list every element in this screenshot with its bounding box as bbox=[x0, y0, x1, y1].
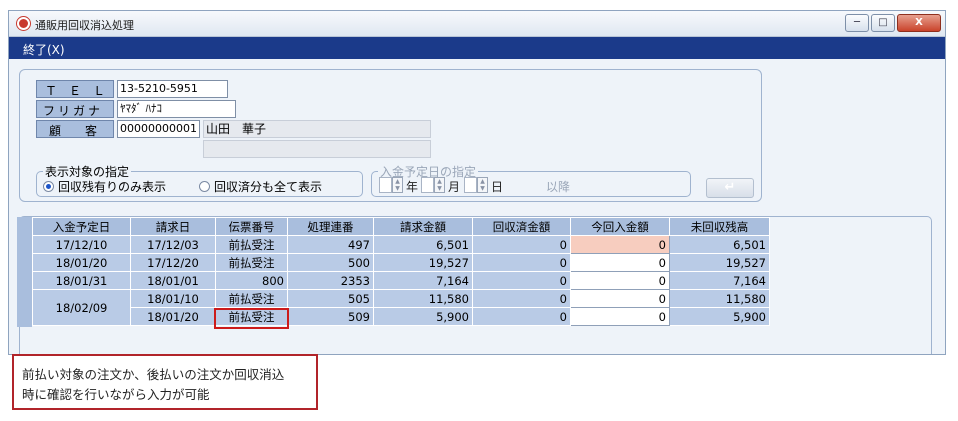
cell-invoice-amount: 5,900 bbox=[373, 307, 473, 326]
cell-invoice-date: 17/12/20 bbox=[130, 253, 216, 272]
cell-sequence: 497 bbox=[287, 235, 374, 254]
app-icon bbox=[17, 17, 30, 30]
cell-collected-amount: 0 bbox=[472, 235, 571, 254]
cell-invoice-date: 18/01/10 bbox=[130, 289, 216, 308]
cell-collected-amount: 0 bbox=[472, 307, 571, 326]
cell-slip-number: 前払受注 bbox=[215, 289, 288, 308]
cell-invoice-amount: 11,580 bbox=[373, 289, 473, 308]
menu-bar: 終了(X) bbox=[9, 37, 945, 59]
row-selector-bar[interactable] bbox=[17, 217, 32, 327]
cell-payment-input[interactable]: 0 bbox=[570, 271, 670, 290]
cell-balance: 19,527 bbox=[669, 253, 770, 272]
cell-slip-number: 前払受注 bbox=[215, 235, 288, 254]
cell-scheduled-date: 18/01/31 bbox=[32, 271, 131, 290]
cell-slip-number: 800 bbox=[215, 271, 288, 290]
header-sequence[interactable]: 処理連番 bbox=[287, 217, 374, 236]
cell-invoice-amount: 19,527 bbox=[373, 253, 473, 272]
cell-invoice-amount: 7,164 bbox=[373, 271, 473, 290]
grid-header-row: 入金予定日 請求日 伝票番号 処理連番 請求金額 回収済金額 今回入金額 未回収… bbox=[32, 217, 770, 236]
day-spinner[interactable]: ▲ ▼ bbox=[477, 177, 488, 193]
customer-label: 顧 客 bbox=[36, 120, 114, 138]
tel-input[interactable]: 13-5210-5951 bbox=[117, 80, 228, 98]
customer-extra bbox=[203, 140, 431, 158]
cell-scheduled-date: 17/12/10 bbox=[32, 235, 131, 254]
window-title: 通販用回収消込処理 bbox=[35, 19, 134, 32]
enter-button[interactable]: ↵ bbox=[706, 178, 754, 198]
table-row[interactable]: 18/01/31 18/01/01 800 2353 7,164 0 0 7,1… bbox=[32, 271, 770, 290]
day-input[interactable] bbox=[464, 177, 477, 193]
year-spinner[interactable]: ▲ ▼ bbox=[392, 177, 403, 193]
day-label: 日 bbox=[491, 180, 504, 194]
cell-payment-input[interactable]: 0 bbox=[570, 235, 670, 254]
cell-sequence: 509 bbox=[287, 307, 374, 326]
cell-invoice-date: 18/01/01 bbox=[130, 271, 216, 290]
minimize-button[interactable]: ─ bbox=[845, 14, 869, 32]
cell-payment-input[interactable]: 0 bbox=[570, 307, 670, 326]
slip-highlight-box bbox=[214, 308, 289, 329]
header-invoice-date[interactable]: 請求日 bbox=[130, 217, 216, 236]
date-filter-group: 入金予定日の指定 ▲ ▼ 年 ▲ ▼ 月 ▲ ▼ 日 以降 bbox=[371, 163, 691, 197]
header-slip-number[interactable]: 伝票番号 bbox=[215, 217, 288, 236]
cell-balance: 6,501 bbox=[669, 235, 770, 254]
radio-unpaid-only-label: 回収残有りのみ表示 bbox=[58, 180, 167, 194]
radio-unpaid-only[interactable]: 回収残有りのみ表示 bbox=[43, 178, 166, 195]
cell-slip-number: 前払受注 bbox=[215, 253, 288, 272]
table-row[interactable]: 17/12/10 17/12/03 前払受注 497 6,501 0 0 6,5… bbox=[32, 235, 770, 254]
customer-code-input[interactable]: 00000000001 bbox=[117, 120, 200, 138]
maximize-button[interactable]: □ bbox=[871, 14, 895, 32]
year-input[interactable] bbox=[379, 177, 392, 193]
month-spinner[interactable]: ▲ ▼ bbox=[434, 177, 445, 193]
after-label: 以降 bbox=[546, 180, 571, 194]
search-panel: Ｔ Ｅ Ｌ 13-5210-5951 フリガナ ﾔﾏﾀﾞ ﾊﾅｺ 顧 客 000… bbox=[19, 69, 762, 202]
cell-collected-amount: 0 bbox=[472, 289, 571, 308]
display-filter-group: 表示対象の指定 回収残有りのみ表示 回収済分も全て表示 bbox=[36, 163, 363, 197]
month-input[interactable] bbox=[421, 177, 434, 193]
enter-icon: ↵ bbox=[724, 180, 736, 195]
header-collected-amount[interactable]: 回収済金額 bbox=[472, 217, 571, 236]
tel-label: Ｔ Ｅ Ｌ bbox=[36, 80, 114, 98]
title-bar: 通販用回収消込処理 ─ □ X bbox=[9, 11, 945, 37]
table-row[interactable]: 18/01/20 前払受注 509 5,900 0 0 5,900 bbox=[33, 307, 770, 326]
header-balance[interactable]: 未回収残高 bbox=[669, 217, 770, 236]
cell-invoice-amount: 6,501 bbox=[373, 235, 473, 254]
kana-label: フリガナ bbox=[36, 100, 114, 118]
cell-scheduled-date: 18/02/09 bbox=[32, 289, 131, 326]
cell-balance: 5,900 bbox=[669, 307, 770, 326]
cell-payment-input[interactable]: 0 bbox=[570, 289, 670, 308]
collection-grid: 入金予定日 請求日 伝票番号 処理連番 請求金額 回収済金額 今回入金額 未回収… bbox=[32, 217, 770, 326]
callout-note: 前払い対象の注文か、後払いの注文か回収消込 時に確認を行いながら入力が可能 bbox=[12, 354, 318, 410]
cell-sequence: 2353 bbox=[287, 271, 374, 290]
close-button[interactable]: X bbox=[897, 14, 941, 32]
cell-payment-input[interactable]: 0 bbox=[570, 253, 670, 272]
header-payment-amount[interactable]: 今回入金額 bbox=[570, 217, 670, 236]
radio-show-all-label: 回収済分も全て表示 bbox=[214, 180, 323, 194]
cell-scheduled-date: 18/01/20 bbox=[32, 253, 131, 272]
cell-invoice-date: 18/01/20 bbox=[130, 307, 216, 326]
table-row[interactable]: 18/01/20 17/12/20 前払受注 500 19,527 0 0 19… bbox=[32, 253, 770, 272]
header-invoice-amount[interactable]: 請求金額 bbox=[373, 217, 473, 236]
cell-balance: 7,164 bbox=[669, 271, 770, 290]
year-label: 年 bbox=[406, 180, 419, 194]
radio-dot bbox=[199, 181, 210, 192]
radio-dot-selected bbox=[43, 181, 54, 192]
callout-line-1: 前払い対象の注文か、後払いの注文か回収消込 bbox=[22, 367, 285, 382]
cell-collected-amount: 0 bbox=[472, 271, 571, 290]
cell-sequence: 500 bbox=[287, 253, 374, 272]
table-row[interactable]: 18/02/09 18/01/10 前払受注 505 11,580 0 0 11… bbox=[32, 289, 770, 326]
month-label: 月 bbox=[448, 180, 461, 194]
customer-name: 山田 華子 bbox=[203, 120, 431, 138]
cell-collected-amount: 0 bbox=[472, 253, 571, 272]
kana-input[interactable]: ﾔﾏﾀﾞ ﾊﾅｺ bbox=[117, 100, 236, 118]
header-scheduled-date[interactable]: 入金予定日 bbox=[32, 217, 131, 236]
cell-sequence: 505 bbox=[287, 289, 374, 308]
radio-show-all[interactable]: 回収済分も全て表示 bbox=[199, 178, 322, 195]
cell-invoice-date: 17/12/03 bbox=[130, 235, 216, 254]
menu-exit[interactable]: 終了(X) bbox=[23, 41, 65, 58]
cell-balance: 11,580 bbox=[669, 289, 770, 308]
callout-line-2: 時に確認を行いながら入力が可能 bbox=[22, 387, 210, 402]
